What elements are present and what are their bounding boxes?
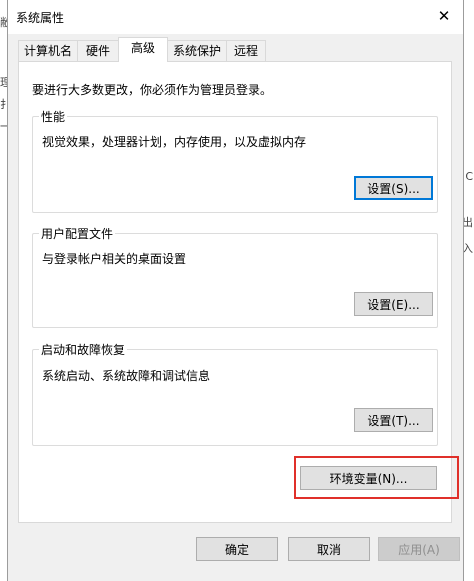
startup-recovery-group: 启动和故障恢复 系统启动、系统故障和调试信息 设置(T)... bbox=[32, 341, 438, 446]
window-title: 系统属性 bbox=[16, 11, 65, 25]
user-profiles-description: 与登录帐户相关的桌面设置 bbox=[42, 252, 187, 266]
performance-settings-button[interactable]: 设置(S)... bbox=[354, 176, 433, 200]
performance-description: 视觉效果，处理器计划，内存使用，以及虚拟内存 bbox=[42, 135, 307, 149]
user-profiles-group: 用户配置文件 与登录帐户相关的桌面设置 设置(E)... bbox=[32, 225, 438, 328]
tab-hardware[interactable]: 硬件 bbox=[77, 40, 119, 61]
background-text: C bbox=[465, 170, 473, 183]
tab-remote[interactable]: 远程 bbox=[226, 40, 266, 61]
startup-recovery-settings-button[interactable]: 设置(T)... bbox=[354, 408, 433, 432]
close-icon[interactable]: ✕ bbox=[431, 4, 457, 28]
tab-system-protection[interactable]: 系统保护 bbox=[167, 40, 227, 61]
performance-title: 性能 bbox=[39, 108, 68, 125]
highlight-box bbox=[294, 456, 459, 499]
startup-recovery-description: 系统启动、系统故障和调试信息 bbox=[42, 369, 211, 383]
startup-recovery-title: 启动和故障恢复 bbox=[39, 341, 128, 358]
user-profiles-settings-button[interactable]: 设置(E)... bbox=[354, 292, 433, 316]
apply-button[interactable]: 应用(A) bbox=[378, 537, 460, 561]
title-bar[interactable]: 系统属性 ✕ bbox=[8, 0, 463, 34]
tab-advanced[interactable]: 高级 bbox=[118, 37, 168, 62]
performance-group: 性能 视觉效果，处理器计划，内存使用，以及虚拟内存 设置(S)... bbox=[32, 108, 438, 213]
cancel-button[interactable]: 取消 bbox=[288, 537, 370, 561]
user-profiles-title: 用户配置文件 bbox=[39, 225, 116, 242]
tab-computer-name[interactable]: 计算机名 bbox=[18, 40, 78, 61]
admin-notice: 要进行大多数更改，你必须作为管理员登录。 bbox=[32, 83, 273, 97]
ok-button[interactable]: 确定 bbox=[196, 537, 278, 561]
